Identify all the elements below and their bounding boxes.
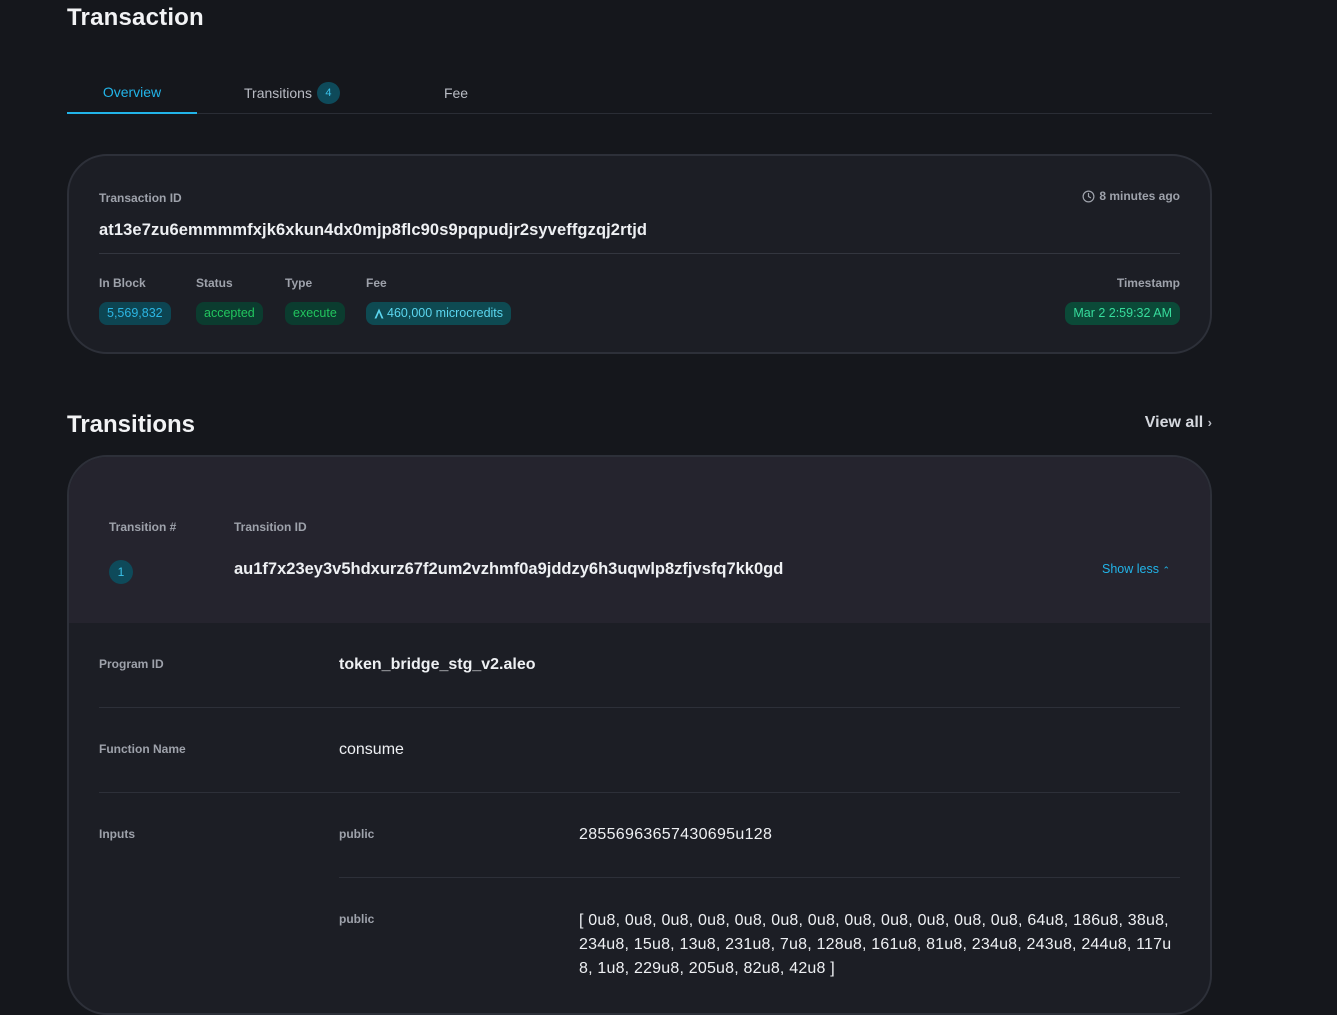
timestamp-badge: Mar 2 2:59:32 AM: [1065, 302, 1180, 325]
fee-field: Fee 460,000 microcredits: [366, 276, 512, 325]
transition-id[interactable]: au1f7x23ey3v5hdxurz67f2um2vzhmf0a9jddzy6…: [234, 560, 783, 579]
status-label: Status: [196, 276, 233, 290]
transition-header: Transition # Transition ID 1 au1f7x23ey3…: [69, 457, 1210, 623]
function-name-value: consume: [339, 741, 404, 758]
show-less-label: Show less: [1101, 562, 1159, 576]
fee-badge: 460,000 microcredits: [366, 302, 512, 325]
status-badge: accepted: [196, 302, 263, 325]
transition-number-badge: 1: [109, 560, 133, 584]
clock-icon: [1082, 190, 1095, 202]
in-block-label: In Block: [99, 276, 146, 290]
age-indicator: 8 minutes ago: [1082, 189, 1180, 203]
block-number-badge[interactable]: 5,569,832: [99, 302, 171, 325]
transitions-count-badge: 4: [316, 82, 340, 104]
view-all-label: View all: [1144, 414, 1204, 431]
in-block-field: In Block 5,569,832: [99, 276, 171, 325]
program-id-value[interactable]: token_bridge_stg_v2.aleo: [339, 656, 536, 674]
fee-value: 460,000 microcredits: [387, 306, 504, 320]
transitions-section-title: Transitions: [67, 411, 196, 438]
input-value: 28556963657430695u128: [579, 826, 773, 843]
transaction-id-label: Transaction ID: [99, 191, 182, 205]
function-name-label: Function Name: [99, 742, 186, 756]
input-row: public [ 0u8, 0u8, 0u8, 0u8, 0u8, 0u8, 0…: [339, 878, 1180, 998]
status-field: Status accepted: [196, 276, 263, 325]
program-id-label: Program ID: [99, 657, 164, 671]
chevron-up-icon: ⌃: [1162, 565, 1170, 575]
input-visibility: public: [339, 912, 375, 926]
input-row: public 28556963657430695u128: [339, 793, 1180, 878]
transition-id-header: Transition ID: [234, 520, 307, 534]
tab-overview-label: Overview: [102, 84, 162, 100]
program-id-row: Program ID token_bridge_stg_v2.aleo: [99, 623, 1180, 708]
type-label: Type: [285, 276, 313, 290]
transaction-summary-card: Transaction ID 8 minutes ago at13e7zu6em…: [67, 154, 1212, 354]
tab-transitions[interactable]: Transitions 4: [237, 72, 347, 114]
timestamp-field: Timestamp Mar 2 2:59:32 AM: [1065, 276, 1180, 325]
transitions-card: Transition # Transition ID 1 au1f7x23ey3…: [67, 455, 1212, 1015]
tab-bar: Overview Transitions 4 Fee: [67, 72, 1212, 114]
tab-fee[interactable]: Fee: [427, 72, 485, 114]
input-visibility: public: [339, 827, 375, 841]
input-value: [ 0u8, 0u8, 0u8, 0u8, 0u8, 0u8, 0u8, 0u8…: [579, 912, 1172, 977]
divider: [99, 253, 1180, 254]
tab-transitions-label: Transitions: [244, 85, 312, 101]
fee-label: Fee: [366, 276, 387, 290]
type-field: Type execute: [285, 276, 345, 325]
transition-number-header: Transition #: [109, 520, 177, 534]
view-all-link[interactable]: View all ›: [1145, 414, 1212, 432]
chevron-right-icon: ›: [1207, 415, 1212, 430]
function-name-row: Function Name consume: [99, 708, 1180, 793]
age-text: 8 minutes ago: [1099, 189, 1180, 203]
page-title: Transaction: [67, 4, 204, 31]
show-less-toggle[interactable]: Show less ⌃: [1102, 562, 1170, 576]
timestamp-label: Timestamp: [1116, 276, 1180, 290]
transaction-id[interactable]: at13e7zu6emmmmfxjk6xkun4dx0mjp8flc90s9pq…: [99, 221, 647, 240]
inputs-label: Inputs: [99, 827, 135, 841]
type-badge: execute: [285, 302, 345, 325]
tab-overview[interactable]: Overview: [67, 72, 197, 114]
aleo-icon: [374, 308, 384, 319]
tab-fee-label: Fee: [443, 85, 469, 101]
